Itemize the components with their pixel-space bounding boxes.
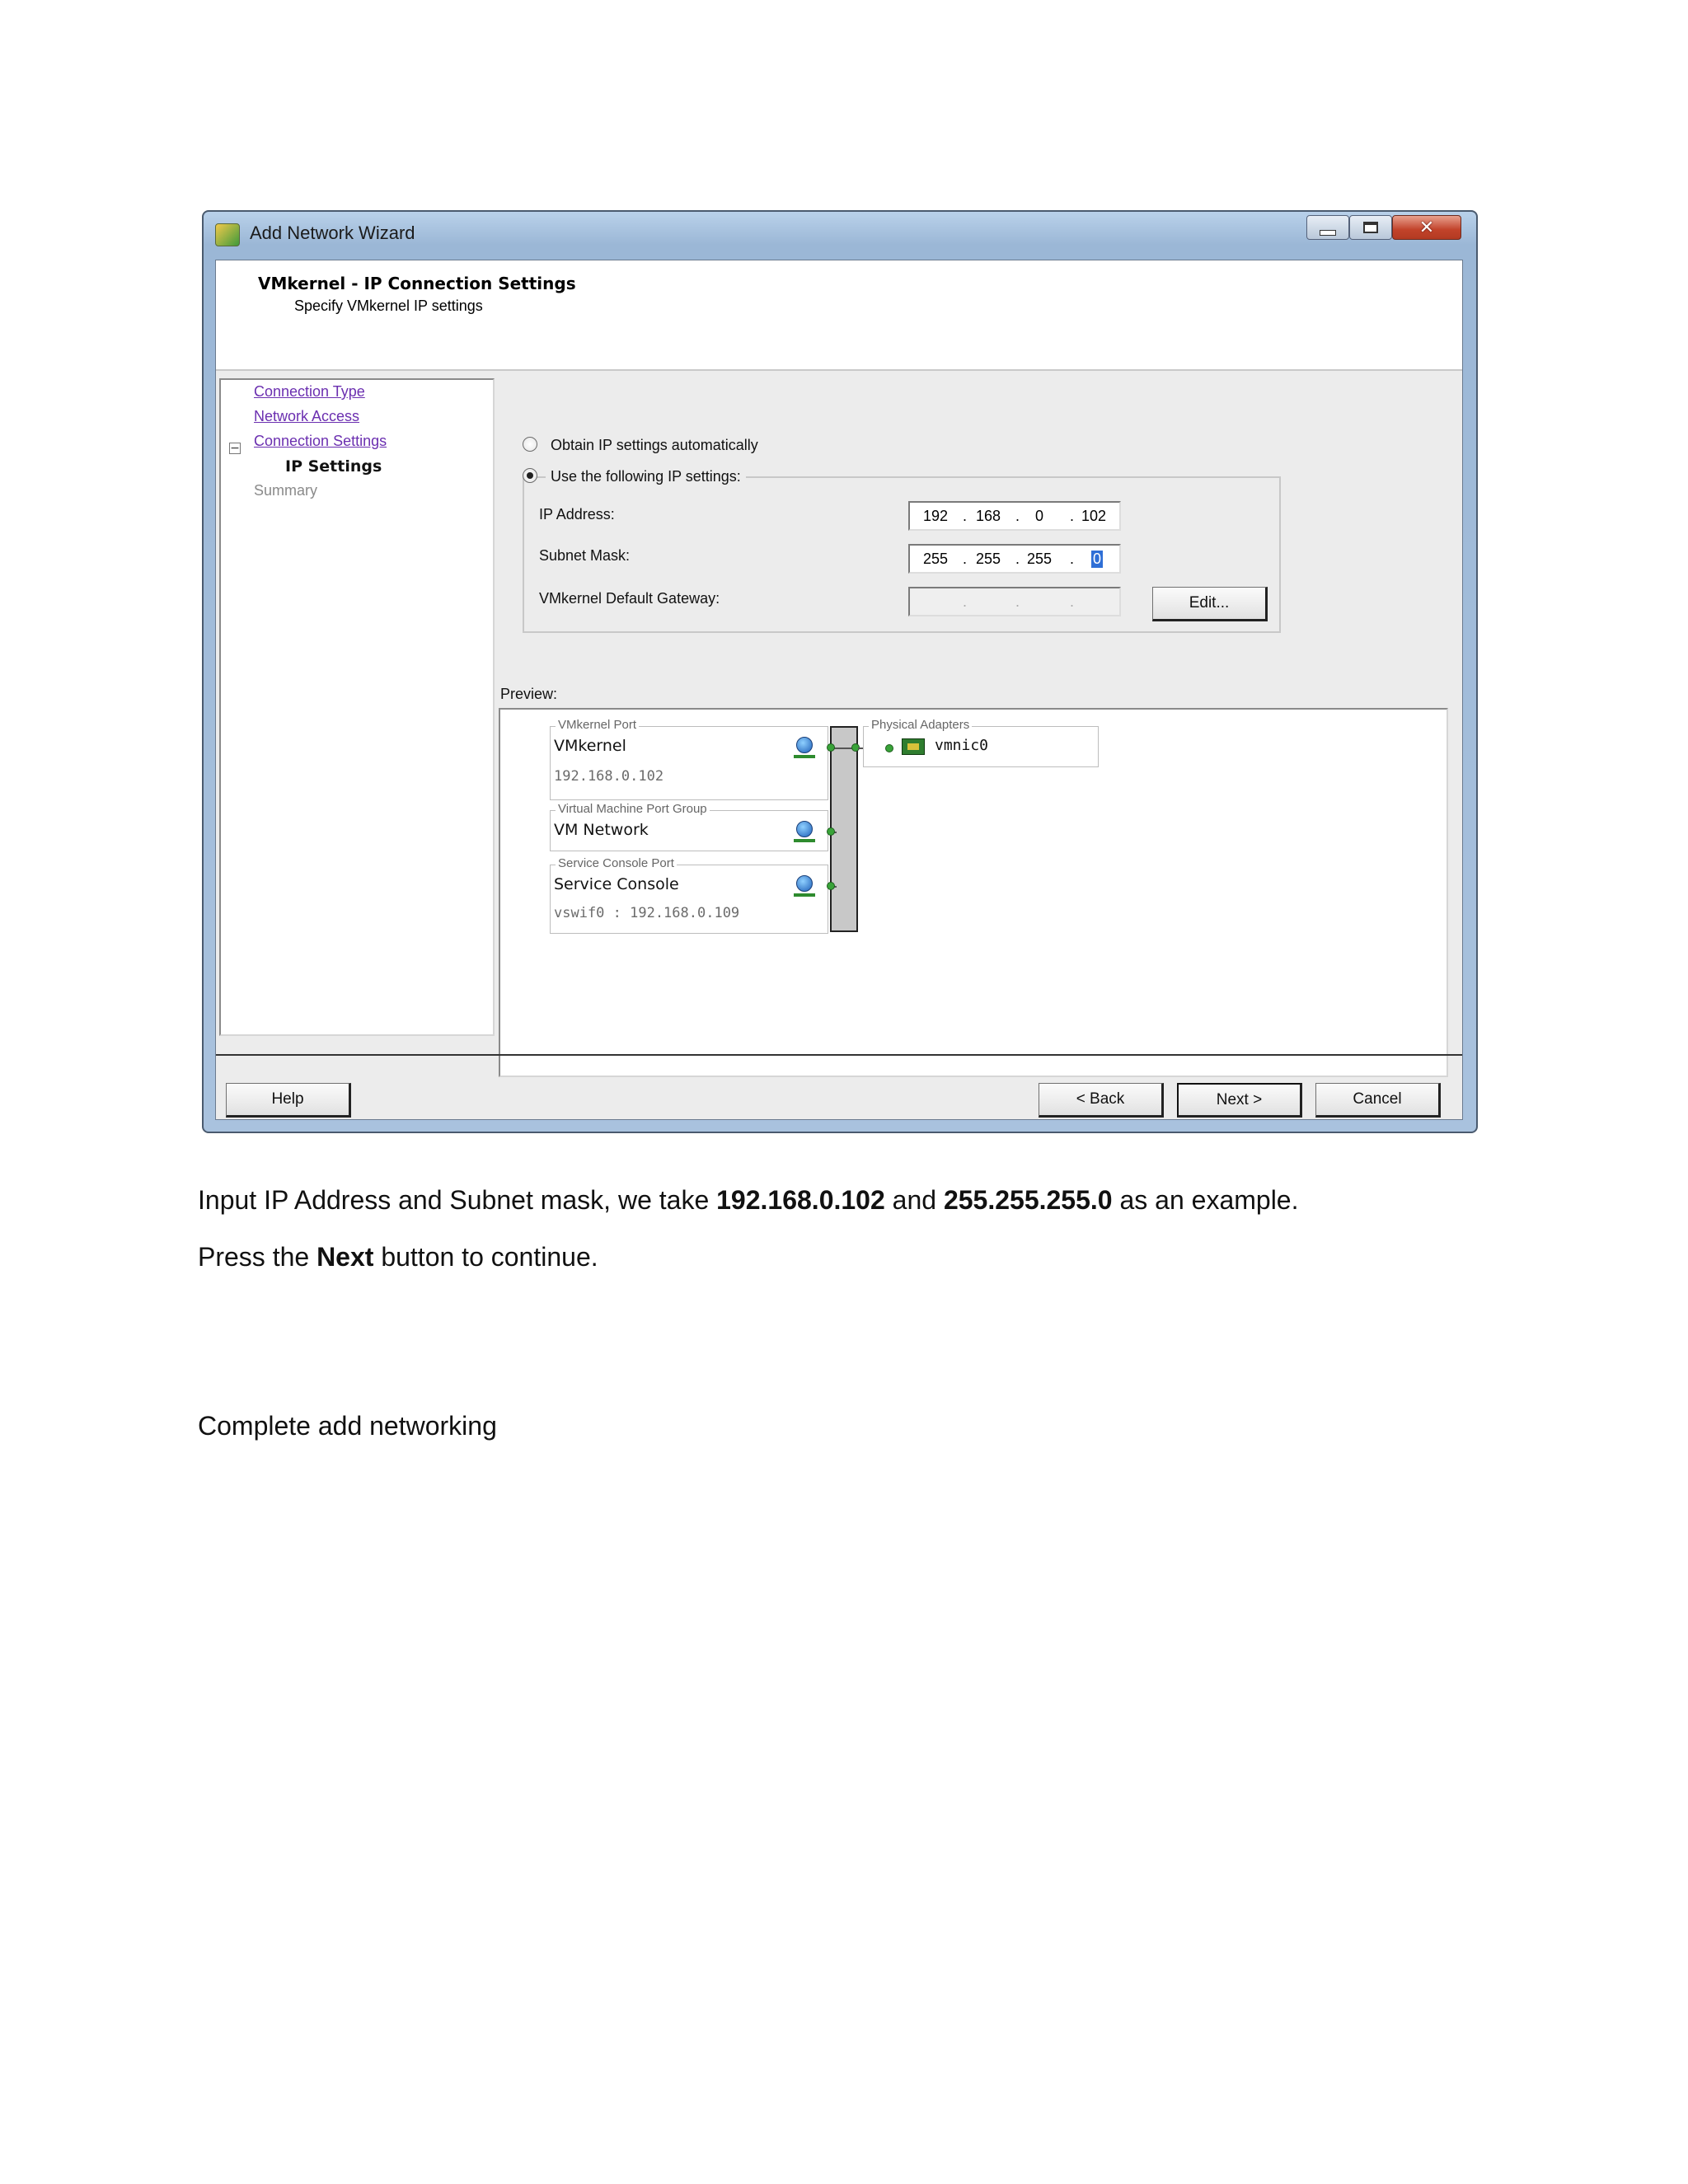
port-group-ip: vswif0 : 192.168.0.109	[554, 905, 740, 921]
add-network-wizard-window: Add Network Wizard ✕ VMkernel - IP Conne…	[202, 210, 1478, 1133]
ip-dot: .	[1070, 551, 1075, 567]
ip-octet-4: 102	[1081, 508, 1107, 524]
instruction-text: Press the	[198, 1242, 317, 1272]
obtain-automatically-label: Obtain IP settings automatically	[551, 437, 758, 453]
nav-item-connection-type[interactable]: Connection Type	[254, 383, 365, 401]
preview-panel: VMkernel Port VMkernel 192.168.0.102 Vir…	[499, 708, 1448, 1077]
ip-dot: .	[1070, 508, 1075, 524]
adapter-port-dot	[885, 744, 893, 752]
network-globe-icon[interactable]	[794, 737, 815, 760]
port-group-legend: Virtual Machine Port Group	[556, 802, 710, 816]
minimize-button[interactable]	[1306, 215, 1349, 240]
instruction-text: button to continue.	[373, 1242, 598, 1272]
wizard-header: VMkernel - IP Connection Settings Specif…	[216, 260, 1462, 371]
port-group-name: VMkernel	[554, 737, 626, 755]
mask-octet-3: 255	[1027, 551, 1053, 567]
ip-octet-3: 0	[1035, 508, 1044, 524]
help-button[interactable]: Help	[226, 1083, 351, 1118]
subnet-mask-field[interactable]: 255 . 255 . 255 . 0	[908, 544, 1121, 574]
port-dot	[827, 827, 835, 836]
mask-octet-4-selected: 0	[1091, 551, 1104, 568]
subnet-mask-label: Subnet Mask:	[539, 547, 631, 564]
ip-dot: .	[1070, 593, 1075, 610]
network-globe-icon[interactable]	[794, 821, 815, 844]
port-group-legend: VMkernel Port	[556, 718, 640, 732]
next-emphasis: Next	[316, 1242, 374, 1272]
port-dot	[827, 882, 835, 890]
next-button[interactable]: Next >	[1177, 1083, 1302, 1118]
example-mask: 255.255.255.0	[943, 1185, 1113, 1215]
ip-address-label: IP Address:	[539, 506, 615, 523]
cancel-button[interactable]: Cancel	[1315, 1083, 1441, 1118]
wizard-client-area: VMkernel - IP Connection Settings Specif…	[215, 260, 1463, 1120]
default-gateway-field: . . .	[908, 587, 1121, 616]
close-icon: ✕	[1418, 217, 1435, 238]
page-subtitle: Specify VMkernel IP settings	[294, 298, 483, 314]
page-title: VMkernel - IP Connection Settings	[258, 274, 576, 293]
port-group-ip: 192.168.0.102	[554, 768, 664, 785]
footer-divider	[216, 1054, 1462, 1056]
edit-gateway-button[interactable]: Edit...	[1152, 587, 1268, 621]
collapse-icon[interactable]: −	[229, 443, 241, 454]
nav-item-network-access[interactable]: Network Access	[254, 408, 359, 425]
network-globe-icon[interactable]	[794, 875, 815, 898]
ip-octet-1: 192	[923, 508, 949, 524]
wizard-app-icon	[215, 223, 240, 246]
obtain-automatically-radio[interactable]	[523, 437, 537, 452]
preview-label: Preview:	[500, 686, 558, 702]
close-button[interactable]: ✕	[1392, 215, 1461, 240]
port-dot	[827, 743, 835, 752]
ip-dot: .	[963, 508, 968, 524]
mask-octet-2: 255	[976, 551, 1001, 567]
instruction-text: as an example.	[1112, 1185, 1299, 1215]
wizard-steps-nav: Connection Type Network Access − Connect…	[219, 378, 495, 1036]
minimize-icon	[1320, 229, 1336, 236]
use-following-radio[interactable]	[523, 468, 537, 483]
back-button[interactable]: < Back	[1039, 1083, 1164, 1118]
service-console-port-group: Service Console Port Service Console vsw…	[550, 856, 828, 934]
example-ip: 192.168.0.102	[716, 1185, 885, 1215]
nav-item-connection-settings[interactable]: Connection Settings	[254, 433, 387, 450]
ip-dot: .	[1015, 551, 1020, 567]
window-title: Add Network Wizard	[250, 223, 415, 243]
use-following-label: Use the following IP settings:	[546, 468, 746, 485]
ip-address-field[interactable]: 192 . 168 . 0 . 102	[908, 501, 1121, 531]
adapter-name[interactable]: vmnic0	[935, 737, 988, 754]
port-group-legend: Service Console Port	[556, 856, 677, 870]
instruction-line-1: Input IP Address and Subnet mask, we tak…	[198, 1185, 1298, 1216]
title-bar[interactable]: Add Network Wizard ✕	[204, 212, 1476, 253]
physical-adapters-legend: Physical Adapters	[869, 718, 973, 732]
ip-dot: .	[963, 593, 968, 610]
ip-dot: .	[1015, 508, 1020, 524]
default-gateway-label: VMkernel Default Gateway:	[539, 590, 720, 607]
port-group-name: VM Network	[554, 821, 649, 839]
instruction-text: Input IP Address and Subnet mask, we tak…	[198, 1185, 717, 1215]
maximize-button[interactable]	[1349, 215, 1392, 240]
network-card-icon	[902, 738, 925, 755]
vm-network-port-group: Virtual Machine Port Group VM Network	[550, 802, 828, 851]
ip-octet-2: 168	[976, 508, 1001, 524]
port-group-name: Service Console	[554, 875, 679, 893]
maximize-icon	[1363, 222, 1378, 233]
vmkernel-port-group: VMkernel Port VMkernel 192.168.0.102	[550, 718, 828, 800]
ip-dot: .	[963, 551, 968, 567]
physical-adapters-group: Physical Adapters vmnic0	[863, 718, 1099, 767]
ip-dot: .	[1015, 593, 1020, 610]
instruction-line-2: Press the Next button to continue.	[198, 1242, 598, 1272]
mask-octet-1: 255	[923, 551, 949, 567]
nav-item-summary: Summary	[254, 482, 318, 499]
section-heading: Complete add networking	[198, 1411, 497, 1441]
instruction-text: and	[884, 1185, 944, 1215]
nav-item-ip-settings: IP Settings	[285, 457, 382, 476]
